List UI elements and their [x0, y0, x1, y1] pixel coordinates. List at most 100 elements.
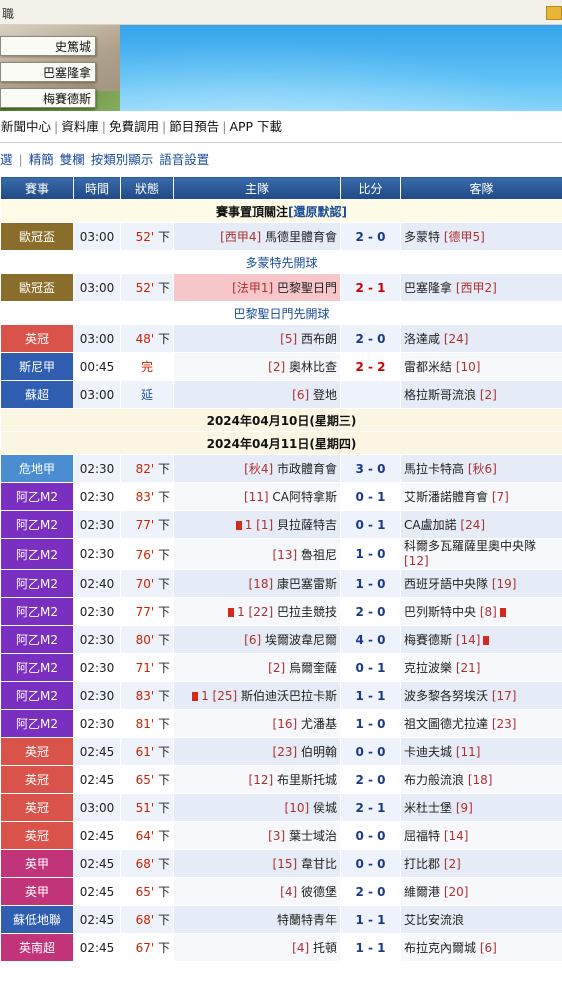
- away-team-cell[interactable]: 格拉斯哥流浪 [2]: [400, 380, 562, 409]
- home-team-cell[interactable]: [2] 奧林比查: [173, 352, 341, 381]
- league-cell[interactable]: 英冠: [0, 324, 74, 353]
- banner-team-pill[interactable]: 巴塞隆拿: [0, 62, 96, 82]
- header-away[interactable]: 客隊: [400, 176, 562, 200]
- score-cell[interactable]: 0 - 0: [340, 737, 401, 766]
- league-cell[interactable]: 蘇低地聯: [0, 905, 74, 934]
- home-team-cell[interactable]: 1 [25] 斯伯迪沃巴拉卡斯: [173, 681, 341, 710]
- home-team-cell[interactable]: [11] CA阿特拿斯: [173, 482, 341, 511]
- banner-team-pill[interactable]: 史篤城: [0, 36, 96, 56]
- away-team-cell[interactable]: 艾比安流浪: [400, 905, 562, 934]
- match-row[interactable]: 蘇低地聯 02:45 68' 下特蘭特青年 1 - 1 艾比安流浪: [0, 905, 562, 934]
- away-team-cell[interactable]: 科爾多瓦羅薩里奧中央隊 [12]: [400, 538, 562, 570]
- home-team-cell[interactable]: [13] 魯祖尼: [173, 538, 341, 570]
- header-score[interactable]: 比分: [340, 176, 401, 200]
- score-cell[interactable]: 2 - 0: [340, 877, 401, 906]
- home-team-cell[interactable]: 特蘭特青年: [173, 905, 341, 934]
- home-team-cell[interactable]: 1 [22] 巴拉圭競技: [173, 597, 341, 626]
- header-home[interactable]: 主隊: [173, 176, 341, 200]
- match-row[interactable]: 歐冠盃 03:00 52' 下 [西甲4] 馬德里體育會 2 - 0 多蒙特 [德甲5]: [0, 222, 562, 251]
- header-time[interactable]: 時間: [73, 176, 121, 200]
- league-cell[interactable]: 英冠: [0, 737, 74, 766]
- away-team-cell[interactable]: 雷都米結 [10]: [400, 352, 562, 381]
- league-cell[interactable]: 歐冠盃: [0, 273, 74, 302]
- match-row[interactable]: 英冠 02:45 64' 下 [3] 葉士域治 0 - 0 屈福特 [14]: [0, 821, 562, 850]
- match-row[interactable]: 英甲 02:45 68' 下 [15] 韋甘比 0 - 0 打比郡 [2]: [0, 849, 562, 878]
- score-cell[interactable]: 1 - 0: [340, 538, 401, 570]
- league-cell[interactable]: 阿乙M2: [0, 510, 74, 539]
- away-team-cell[interactable]: 祖文圖德尤拉達 [23]: [400, 709, 562, 738]
- home-team-cell[interactable]: [3] 葉士域治: [173, 821, 341, 850]
- nav-item-schedule[interactable]: 節目預告: [168, 119, 220, 134]
- score-cell[interactable]: 0 - 1: [340, 653, 401, 682]
- match-row[interactable]: 阿乙M2 02:30 71' 下 [2] 烏爾奎薩 0 - 1 克拉波樂 [21]: [0, 653, 562, 682]
- away-team-cell[interactable]: 多蒙特 [德甲5]: [400, 222, 562, 251]
- match-row[interactable]: 危地甲 02:30 82' 下 [秋4] 市政體育會 3 - 0 馬拉卡特高 [秋6]: [0, 454, 562, 483]
- match-row[interactable]: 阿乙M2 02:30 77' 下1 [1] 貝拉薩特吉 0 - 1 CA盧加諾 [24]: [0, 510, 562, 539]
- option-simple[interactable]: 精簡: [29, 152, 54, 167]
- match-row[interactable]: 阿乙M2 02:30 81' 下 [16] 尤潘基 1 - 0 祖文圖德尤拉達 [23]: [0, 709, 562, 738]
- restore-default-link[interactable]: [還原默認]: [288, 205, 347, 219]
- match-row[interactable]: 阿乙M2 02:30 77' 下1 [22] 巴拉圭競技 2 - 0 巴列斯特中央 [8…: [0, 597, 562, 626]
- home-team-cell[interactable]: [秋4] 市政體育會: [173, 454, 341, 483]
- match-row[interactable]: 阿乙M2 02:30 80' 下 [6] 埃爾波韋尼爾 4 - 0 梅賽德斯 [14]: [0, 625, 562, 654]
- away-team-cell[interactable]: 波多黎各努埃沃 [17]: [400, 681, 562, 710]
- match-row[interactable]: 阿乙M2 02:30 76' 下 [13] 魯祖尼 1 - 0 科爾多瓦羅薩里奧中央隊 [1…: [0, 538, 562, 570]
- league-cell[interactable]: 危地甲: [0, 454, 74, 483]
- match-row[interactable]: 英冠 03:00 48' 下 [5] 西布朗 2 - 0 洛達咸 [24]: [0, 324, 562, 353]
- home-team-cell[interactable]: [2] 烏爾奎薩: [173, 653, 341, 682]
- away-team-cell[interactable]: 布拉克內爾城 [6]: [400, 933, 562, 962]
- score-cell[interactable]: 0 - 0: [340, 821, 401, 850]
- home-team-cell[interactable]: [4] 彼德堡: [173, 877, 341, 906]
- option-double[interactable]: 雙欄: [60, 152, 85, 167]
- away-team-cell[interactable]: 西班牙語中央隊 [19]: [400, 569, 562, 598]
- home-team-cell[interactable]: [12] 布里斯托城: [173, 765, 341, 794]
- league-cell[interactable]: 蘇超: [0, 380, 74, 409]
- match-row[interactable]: 英甲 02:45 65' 下 [4] 彼德堡 2 - 0 維爾港 [20]: [0, 877, 562, 906]
- score-cell[interactable]: 2 - 0: [340, 597, 401, 626]
- league-cell[interactable]: 英冠: [0, 765, 74, 794]
- nav-item-free-use[interactable]: 免費調用: [108, 119, 160, 134]
- home-team-cell[interactable]: 1 [1] 貝拉薩特吉: [173, 510, 341, 539]
- away-team-cell[interactable]: 維爾港 [20]: [400, 877, 562, 906]
- home-team-cell[interactable]: [6] 埃爾波韋尼爾: [173, 625, 341, 654]
- league-cell[interactable]: 阿乙M2: [0, 482, 74, 511]
- league-cell[interactable]: 阿乙M2: [0, 597, 74, 626]
- league-cell[interactable]: 英甲: [0, 877, 74, 906]
- away-team-cell[interactable]: 屈福特 [14]: [400, 821, 562, 850]
- header-league[interactable]: 賽事: [0, 176, 74, 200]
- header-status[interactable]: 狀態: [120, 176, 174, 200]
- score-cell[interactable]: 1 - 0: [340, 569, 401, 598]
- away-team-cell[interactable]: 打比郡 [2]: [400, 849, 562, 878]
- league-cell[interactable]: 阿乙M2: [0, 653, 74, 682]
- home-team-cell[interactable]: [西甲4] 馬德里體育會: [173, 222, 341, 251]
- home-team-cell[interactable]: [16] 尤潘基: [173, 709, 341, 738]
- score-cell[interactable]: 1 - 1: [340, 933, 401, 962]
- score-cell[interactable]: 2 - 0: [340, 222, 401, 251]
- score-cell[interactable]: 2 - 1: [340, 273, 401, 302]
- league-cell[interactable]: 斯尼甲: [0, 352, 74, 381]
- league-cell[interactable]: 阿乙M2: [0, 538, 74, 570]
- home-team-cell[interactable]: [6] 登地: [173, 380, 341, 409]
- home-team-cell[interactable]: [18] 康巴塞雷斯: [173, 569, 341, 598]
- away-team-cell[interactable]: CA盧加諾 [24]: [400, 510, 562, 539]
- match-row[interactable]: 阿乙M2 02:30 83' 下1 [25] 斯伯迪沃巴拉卡斯 1 - 1 波多黎各努埃…: [0, 681, 562, 710]
- option-by-category[interactable]: 按類別顯示: [91, 152, 154, 167]
- home-team-cell[interactable]: [10] 侯城: [173, 793, 341, 822]
- match-row[interactable]: 英冠 03:00 51' 下 [10] 侯城 2 - 1 米杜士堡 [9]: [0, 793, 562, 822]
- match-row[interactable]: 阿乙M2 02:30 83' 下 [11] CA阿特拿斯 0 - 1 艾斯潘諾體育會 [7…: [0, 482, 562, 511]
- score-cell[interactable]: 4 - 0: [340, 625, 401, 654]
- league-cell[interactable]: 阿乙M2: [0, 569, 74, 598]
- option-voice-settings[interactable]: 語音設置: [159, 152, 209, 167]
- score-cell[interactable]: 1 - 1: [340, 905, 401, 934]
- home-team-cell[interactable]: [23] 伯明翰: [173, 737, 341, 766]
- score-cell[interactable]: 0 - 1: [340, 510, 401, 539]
- away-team-cell[interactable]: 巴列斯特中央 [8]: [400, 597, 562, 626]
- home-team-cell[interactable]: [法甲1] 巴黎聖日門: [173, 273, 341, 302]
- away-team-cell[interactable]: 馬拉卡特高 [秋6]: [400, 454, 562, 483]
- nav-item-database[interactable]: 資料庫: [60, 119, 100, 134]
- score-cell[interactable]: 2 - 0: [340, 324, 401, 353]
- score-cell[interactable]: 0 - 1: [340, 482, 401, 511]
- away-team-cell[interactable]: 布力般流浪 [18]: [400, 765, 562, 794]
- match-row[interactable]: 歐冠盃 03:00 52' 下 [法甲1] 巴黎聖日門 2 - 1 巴塞隆拿 [西甲2]: [0, 273, 562, 302]
- league-cell[interactable]: 英南超: [0, 933, 74, 962]
